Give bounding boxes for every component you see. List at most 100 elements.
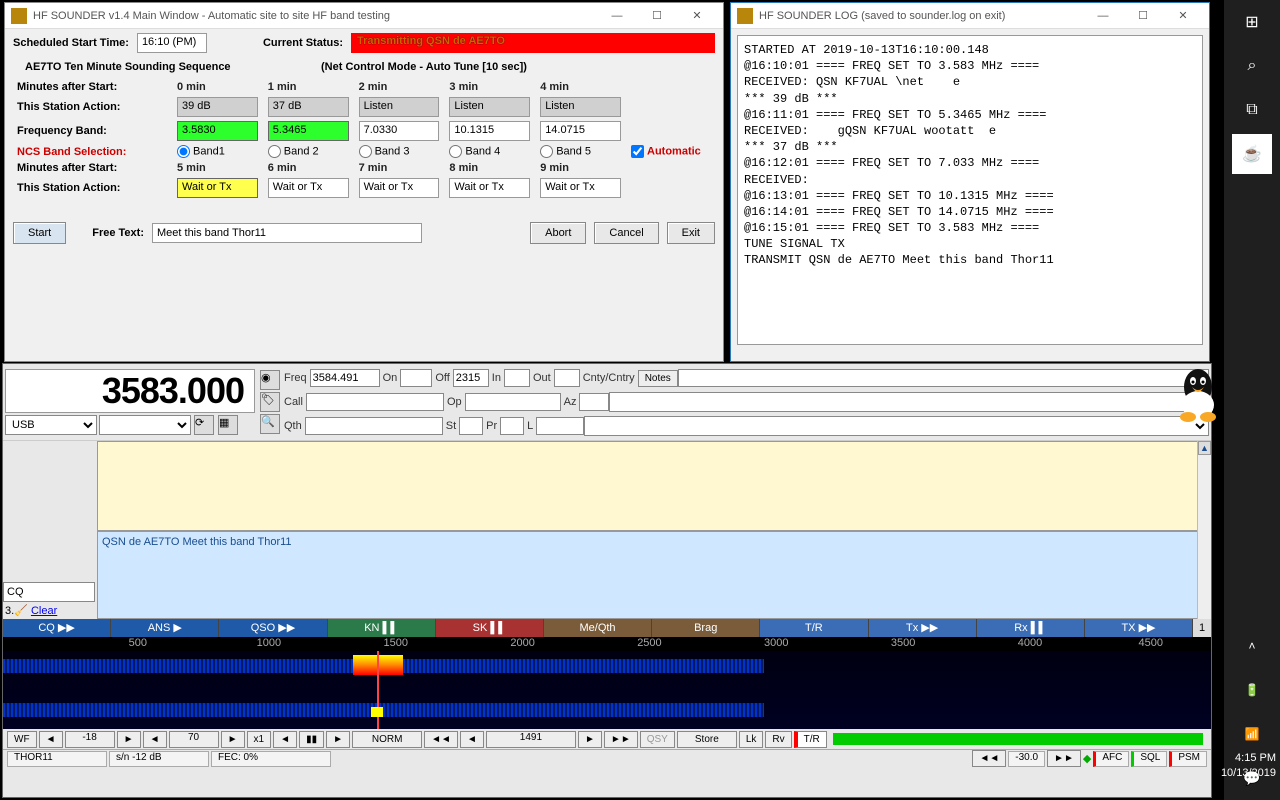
wf-zoom[interactable]: x1 bbox=[247, 731, 272, 748]
op-input[interactable] bbox=[465, 393, 561, 411]
qsy-button[interactable]: QSY bbox=[640, 731, 675, 748]
imd-right[interactable]: ►► bbox=[1047, 750, 1081, 767]
sql-button[interactable]: SQL bbox=[1131, 751, 1167, 767]
mode-status[interactable]: THOR11 bbox=[7, 751, 107, 767]
country-select[interactable] bbox=[609, 392, 1209, 412]
macro-rx[interactable]: Rx ▌▌ bbox=[977, 619, 1085, 637]
start-button[interactable]: Start bbox=[13, 222, 66, 244]
tx-pane[interactable]: QSN de AE7TO Meet this band Thor11▲ bbox=[97, 531, 1211, 619]
globe-icon[interactable]: ◉ bbox=[260, 370, 280, 390]
reverse-button[interactable]: Rv bbox=[765, 731, 791, 748]
macro-tx[interactable]: Tx ▶▶ bbox=[869, 619, 977, 637]
copy-icon[interactable]: ▦ bbox=[218, 415, 238, 435]
freetext-input[interactable] bbox=[152, 223, 422, 243]
log-maximize-button[interactable]: ☐ bbox=[1123, 3, 1163, 29]
wifi-icon[interactable]: 📶 bbox=[1232, 714, 1272, 754]
wf-right-3[interactable]: ► bbox=[326, 731, 350, 748]
wf-norm[interactable]: NORM bbox=[352, 731, 422, 748]
band5-radio[interactable]: Band 5 bbox=[540, 145, 621, 158]
wf-center-freq[interactable]: 1491 bbox=[486, 731, 576, 748]
band2-radio[interactable]: Band 2 bbox=[268, 145, 349, 158]
log-close-button[interactable]: ✕ bbox=[1163, 3, 1203, 29]
band1-radio[interactable]: Band1 bbox=[177, 145, 258, 158]
taskbar-clock[interactable]: 4:15 PM 10/13/2019 bbox=[1221, 751, 1276, 780]
log-freq-input[interactable] bbox=[310, 369, 380, 387]
lock-button[interactable]: Lk bbox=[739, 731, 764, 748]
freq-1[interactable]: 5.3465 bbox=[268, 121, 349, 141]
waterfall[interactable] bbox=[3, 651, 1211, 729]
macro-tr[interactable]: T/R bbox=[760, 619, 868, 637]
main-titlebar[interactable]: HF SOUNDER v1.4 Main Window - Automatic … bbox=[5, 3, 723, 29]
wf-right-2[interactable]: ► bbox=[221, 731, 245, 748]
band3-radio[interactable]: Band 3 bbox=[359, 145, 440, 158]
loc-input[interactable] bbox=[536, 417, 584, 435]
pr-input[interactable] bbox=[500, 417, 524, 435]
log-titlebar[interactable]: HF SOUNDER LOG (saved to sounder.log on … bbox=[731, 3, 1209, 29]
wf-amp-span[interactable]: 70 bbox=[169, 731, 219, 748]
clear-link[interactable]: Clear bbox=[31, 605, 57, 617]
maximize-button[interactable]: ☐ bbox=[637, 3, 677, 29]
minimize-button[interactable]: — bbox=[597, 3, 637, 29]
macro-cq[interactable]: CQ ▶▶ bbox=[3, 619, 111, 637]
abort-button[interactable]: Abort bbox=[530, 222, 586, 244]
wf-pause[interactable]: ▮▮ bbox=[299, 731, 324, 748]
macro-kn[interactable]: KN ▌▌ bbox=[328, 619, 436, 637]
st-input[interactable] bbox=[459, 417, 483, 435]
wf-right-1[interactable]: ► bbox=[117, 731, 141, 748]
freq-0[interactable]: 3.5830 bbox=[177, 121, 258, 141]
search-icon[interactable]: ⌕ bbox=[1232, 46, 1272, 86]
search-icon[interactable]: 🔍 bbox=[260, 414, 280, 434]
out-input[interactable] bbox=[554, 369, 580, 387]
call-input[interactable] bbox=[306, 393, 444, 411]
freq-3[interactable]: 10.1315 bbox=[449, 121, 530, 141]
rx-pane[interactable]: ▲ bbox=[97, 441, 1211, 531]
wf-rew[interactable]: ◄ bbox=[460, 731, 484, 748]
macro-page[interactable]: 1 bbox=[1193, 619, 1211, 637]
mode-select[interactable]: USB bbox=[5, 415, 97, 435]
store-button[interactable]: Store bbox=[677, 731, 737, 748]
az-input[interactable] bbox=[579, 393, 609, 411]
tray-expand-icon[interactable]: ˄ bbox=[1232, 626, 1272, 666]
wf-ref-level[interactable]: -18 bbox=[65, 731, 115, 748]
extra-select[interactable] bbox=[584, 416, 1209, 436]
refresh-icon[interactable]: ⟳ bbox=[194, 415, 214, 435]
macro-sk[interactable]: SK ▌▌ bbox=[436, 619, 544, 637]
wf-left-2[interactable]: ◄ bbox=[143, 731, 167, 748]
wf-fwd-fast[interactable]: ►► bbox=[604, 731, 638, 748]
close-button[interactable]: ✕ bbox=[677, 3, 717, 29]
battery-icon[interactable]: 🔋 bbox=[1232, 670, 1272, 710]
macro-tx2[interactable]: TX ▶▶ bbox=[1085, 619, 1193, 637]
wf-button[interactable]: WF bbox=[7, 731, 37, 748]
macro-brag[interactable]: Brag bbox=[652, 619, 760, 637]
cq-input[interactable] bbox=[3, 582, 95, 602]
psm-button[interactable]: PSM bbox=[1169, 751, 1207, 767]
vfo-frequency[interactable]: 3583.000 bbox=[5, 369, 255, 413]
notes-input[interactable] bbox=[678, 369, 1209, 387]
in-input[interactable] bbox=[504, 369, 530, 387]
java-app-icon[interactable]: ☕ bbox=[1232, 134, 1272, 174]
imd-left[interactable]: ◄◄ bbox=[972, 750, 1006, 767]
on-input[interactable] bbox=[400, 369, 432, 387]
automatic-checkbox[interactable]: Automatic bbox=[631, 145, 711, 158]
exit-button[interactable]: Exit bbox=[667, 222, 715, 244]
wf-left-3[interactable]: ◄ bbox=[273, 731, 297, 748]
cancel-button[interactable]: Cancel bbox=[594, 222, 658, 244]
wf-left-1[interactable]: ◄ bbox=[39, 731, 63, 748]
afc-button[interactable]: AFC bbox=[1093, 751, 1129, 767]
off-input[interactable] bbox=[453, 369, 489, 387]
notes-tab[interactable]: Notes bbox=[638, 370, 678, 387]
log-minimize-button[interactable]: — bbox=[1083, 3, 1123, 29]
tx-scrollbar[interactable]: ▲ bbox=[1197, 441, 1211, 619]
tr-button[interactable]: T/R bbox=[794, 731, 827, 748]
tag-icon[interactable]: 🏷 bbox=[260, 392, 280, 412]
qth-input[interactable] bbox=[305, 417, 443, 435]
waterfall-cursor[interactable] bbox=[377, 651, 379, 729]
freq-2[interactable]: 7.0330 bbox=[359, 121, 440, 141]
wf-rew-fast[interactable]: ◄◄ bbox=[424, 731, 458, 748]
start-button[interactable]: ⊞ bbox=[1232, 2, 1272, 42]
filter-select[interactable] bbox=[99, 415, 191, 435]
task-view-icon[interactable]: ⧉ bbox=[1232, 90, 1272, 130]
macro-qso[interactable]: QSO ▶▶ bbox=[219, 619, 327, 637]
band4-radio[interactable]: Band 4 bbox=[449, 145, 530, 158]
macro-ans[interactable]: ANS ▶ bbox=[111, 619, 219, 637]
